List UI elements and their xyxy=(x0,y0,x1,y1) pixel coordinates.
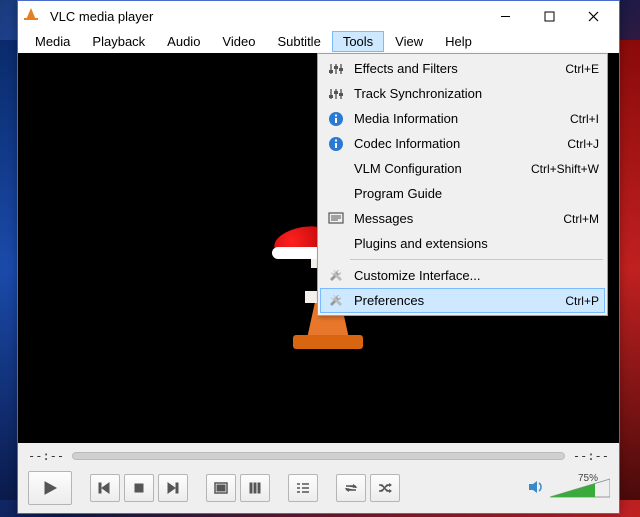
menu-item-customize-interface[interactable]: Customize Interface... xyxy=(320,263,605,288)
time-elapsed: --:-- xyxy=(28,449,64,463)
menu-item-label: Effects and Filters xyxy=(348,61,565,76)
prev-button[interactable] xyxy=(90,474,120,502)
wrench-icon xyxy=(324,293,348,309)
menu-item-shortcut: Ctrl+Shift+W xyxy=(531,162,599,176)
speaker-icon[interactable] xyxy=(527,479,545,498)
menu-item-plugins-and-extensions[interactable]: Plugins and extensions xyxy=(320,231,605,256)
menu-item-shortcut: Ctrl+P xyxy=(565,294,599,308)
volume-slider[interactable]: 75% xyxy=(549,476,609,500)
loop-button[interactable] xyxy=(336,474,366,502)
menu-item-media-information[interactable]: Media InformationCtrl+I xyxy=(320,106,605,131)
shuffle-button[interactable] xyxy=(370,474,400,502)
extended-settings-button[interactable] xyxy=(240,474,270,502)
play-button[interactable] xyxy=(28,471,72,505)
menu-tools[interactable]: Tools xyxy=(332,31,384,52)
window-title: VLC media player xyxy=(50,9,153,24)
equalizer-icon xyxy=(324,86,348,102)
maximize-button[interactable] xyxy=(527,2,571,30)
menu-subtitle[interactable]: Subtitle xyxy=(266,31,331,52)
menu-item-label: Program Guide xyxy=(348,186,599,201)
menu-item-messages[interactable]: MessagesCtrl+M xyxy=(320,206,605,231)
app-icon xyxy=(26,8,42,24)
menu-item-track-synchronization[interactable]: Track Synchronization xyxy=(320,81,605,106)
menu-item-label: Track Synchronization xyxy=(348,86,599,101)
menu-item-label: Customize Interface... xyxy=(348,268,599,283)
equalizer-icon xyxy=(324,61,348,77)
bottom-bar: --:-- --:-- 75% xyxy=(18,443,619,513)
menu-item-label: Messages xyxy=(348,211,563,226)
menu-item-label: Plugins and extensions xyxy=(348,236,599,251)
seek-slider[interactable] xyxy=(72,452,565,460)
menu-item-shortcut: Ctrl+E xyxy=(565,62,599,76)
menubar: MediaPlaybackAudioVideoSubtitleToolsView… xyxy=(18,31,619,53)
menu-item-label: Codec Information xyxy=(348,136,567,151)
menu-playback[interactable]: Playback xyxy=(81,31,156,52)
menu-item-preferences[interactable]: PreferencesCtrl+P xyxy=(320,288,605,313)
menu-video[interactable]: Video xyxy=(211,31,266,52)
menu-item-effects-and-filters[interactable]: Effects and FiltersCtrl+E xyxy=(320,56,605,81)
menu-media[interactable]: Media xyxy=(24,31,81,52)
close-button[interactable] xyxy=(571,2,615,30)
menu-item-shortcut: Ctrl+I xyxy=(570,112,599,126)
titlebar[interactable]: VLC media player xyxy=(18,1,619,31)
menu-item-vlm-configuration[interactable]: VLM ConfigurationCtrl+Shift+W xyxy=(320,156,605,181)
wrench-icon xyxy=(324,268,348,284)
time-total: --:-- xyxy=(573,449,609,463)
menu-view[interactable]: View xyxy=(384,31,434,52)
menu-item-program-guide[interactable]: Program Guide xyxy=(320,181,605,206)
messages-icon xyxy=(324,211,348,227)
info-icon xyxy=(324,136,348,152)
menu-help[interactable]: Help xyxy=(434,31,483,52)
menu-item-label: VLM Configuration xyxy=(348,161,531,176)
minimize-button[interactable] xyxy=(483,2,527,30)
fullscreen-button[interactable] xyxy=(206,474,236,502)
desktop-bg-right xyxy=(620,40,640,500)
menu-separator xyxy=(350,259,603,260)
menu-item-codec-information[interactable]: Codec InformationCtrl+J xyxy=(320,131,605,156)
tools-menu-dropdown: Effects and FiltersCtrl+E Track Synchroni… xyxy=(317,53,608,316)
next-button[interactable] xyxy=(158,474,188,502)
menu-item-label: Preferences xyxy=(348,293,565,308)
desktop-bg-left xyxy=(0,40,18,500)
playlist-button[interactable] xyxy=(288,474,318,502)
menu-audio[interactable]: Audio xyxy=(156,31,211,52)
menu-item-shortcut: Ctrl+M xyxy=(563,212,599,226)
menu-item-shortcut: Ctrl+J xyxy=(567,137,599,151)
menu-item-label: Media Information xyxy=(348,111,570,126)
info-icon xyxy=(324,111,348,127)
stop-button[interactable] xyxy=(124,474,154,502)
